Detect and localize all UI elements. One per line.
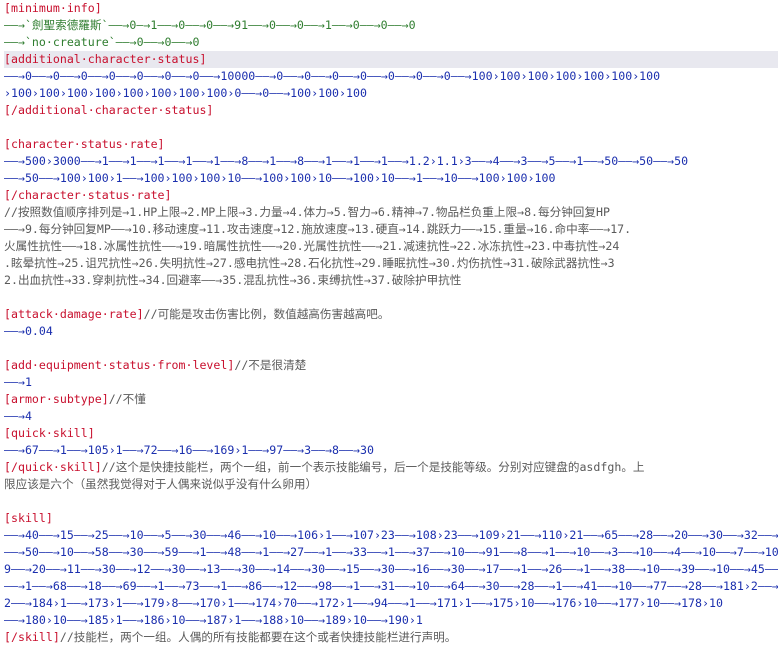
value-text: ——→`劍聖索德羅斯`——→0—→1——→0——→0——→91——→0——→0—… [4,18,416,32]
code-line[interactable]: ——→180›10——→185›1——→186›10——→187›1——→188… [4,612,778,629]
code-line[interactable]: ——→4 [4,408,778,425]
code-line[interactable]: [/skill]//技能栏，两个一组。人偶的所有技能都要在这个或者快捷技能栏进行… [4,629,778,646]
code-line[interactable]: ——→1——→68——→18——→69——→1——→73——→1——→86——→… [4,578,778,595]
section-tag: [/additional·character·status] [4,103,214,117]
code-line[interactable]: [attack·damage·rate]//可能是攻击伤害比例，数值越高伤害越高… [4,306,778,323]
code-line[interactable] [4,119,778,136]
comment-text: 2.出血抗性→33.穿刺抗性→34.回避率——→35.混乱抗性→36.束缚抗性→… [4,273,462,287]
code-line[interactable]: ›100›100›100›100›100›100›100›100›0——→0——… [4,85,778,102]
value-text: ——→1 [4,375,32,389]
value-text: ——→67——→1——→105›1——→72——→16——→169›1——→97… [4,443,374,457]
section-tag: [quick·skill] [4,426,95,440]
comment-text: //不是很清楚 [234,358,307,372]
code-line[interactable]: ——→`no·creature`——→0——→0——→0 [4,34,778,51]
code-line[interactable]: [additional·character·status] [4,51,778,68]
section-tag: [/quick·skill] [4,460,102,474]
code-line[interactable]: ——→0——→0——→0——→0——→0——→0——→0——→10000——→0… [4,68,778,85]
code-line[interactable]: //按照数值顺序排列是→1.HP上限→2.MP上限→3.力量→4.体力→5.智力… [4,204,778,221]
value-text: ——→180›10——→185›1——→186›10——→187›1——→188… [4,613,423,627]
code-line[interactable]: ——→1 [4,374,778,391]
section-tag: [/character·status·rate] [4,188,172,202]
value-text: ——→50——→100›100›1——→100›100›100›10——→100… [4,171,556,185]
value-text: ——→50——→10——→58——→30——→59——→1——→48——→1——… [4,545,778,559]
code-line[interactable]: ——→9.每分钟回复MP——→10.移动速度→11.攻击速度→12.施放速度→1… [4,221,778,238]
code-line[interactable] [4,493,778,510]
code-line[interactable]: ——→50——→10——→58——→30——→59——→1——→48——→1——… [4,544,778,561]
code-line[interactable]: [/character·status·rate] [4,187,778,204]
code-line[interactable] [4,340,778,357]
value-text: ——→500›3000——→1——→1——→1——→1——→1——→8——→1—… [4,154,689,168]
value-text: ——→4 [4,409,32,423]
code-editor[interactable]: [minimum·info] ——→`劍聖索德羅斯`——→0—→1——→0——→0… [0,0,778,669]
code-line[interactable]: [/additional·character·status] [4,102,778,119]
code-line[interactable]: ——→0.04 [4,323,778,340]
code-line[interactable]: [armor·subtype]//不懂 [4,391,778,408]
value-text: 2——→184›1——→173›1——→179›8——→170›1——→174›… [4,596,723,610]
code-line[interactable]: ——→40——→15——→25——→10——→5——→30——→46——→10—… [4,527,778,544]
comment-text: 限应该是六个（虽然我觉得对于人偶来说似乎没有什么卵用） [4,477,318,491]
section-tag: [character·status·rate] [4,137,165,151]
value-text: 9——→20——→11——→30——→12——→30——→13——→30——→1… [4,562,778,576]
comment-text: //可能是攻击伤害比例，数值越高伤害越高吧。 [143,307,390,321]
code-line[interactable]: ——→`劍聖索德羅斯`——→0—→1——→0——→0——→91——→0——→0—… [4,17,778,34]
comment-text: 火属性抗性——→18.冰属性抗性——→19.暗属性抗性——→20.光属性抗性——… [4,239,620,253]
code-line[interactable]: ——→67——→1——→105›1——→72——→16——→169›1——→97… [4,442,778,459]
section-tag: [attack·damage·rate] [4,307,144,321]
comment-text: //技能栏，两个一组。人偶的所有技能都要在这个或者快捷技能栏进行声明。 [59,630,457,644]
section-tag: [armor·subtype] [4,392,109,406]
code-line[interactable]: ——→50——→100›100›1——→100›100›100›10——→100… [4,170,778,187]
comment-text: //这个是快捷技能栏，两个一组，前一个表示技能编号，后一个是技能等级。分别对应键… [101,460,645,474]
section-tag: [add·equipment·status·from·level] [4,358,235,372]
section-tag: [additional·character·status] [4,52,207,66]
section-tag: [minimum·info] [4,1,102,15]
code-line[interactable]: 2——→184›1——→173›1——→179›8——→170›1——→174›… [4,595,778,612]
code-line[interactable]: 限应该是六个（虽然我觉得对于人偶来说似乎没有什么卵用） [4,476,778,493]
comment-text: //不懂 [108,392,146,406]
code-line[interactable]: 2.出血抗性→33.穿刺抗性→34.回避率——→35.混乱抗性→36.束缚抗性→… [4,272,778,289]
code-line[interactable]: [/quick·skill]//这个是快捷技能栏，两个一组，前一个表示技能编号，… [4,459,778,476]
code-line[interactable]: 9——→20——→11——→30——→12——→30——→13——→30——→1… [4,561,778,578]
code-line[interactable]: 火属性抗性——→18.冰属性抗性——→19.暗属性抗性——→20.光属性抗性——… [4,238,778,255]
section-tag: [skill] [4,511,53,525]
code-line[interactable]: .眩晕抗性→25.诅咒抗性→26.失明抗性→27.感电抗性→28.石化抗性→29… [4,255,778,272]
value-text: ——→0——→0——→0——→0——→0——→0——→0——→10000——→0… [4,69,661,83]
code-line[interactable]: [minimum·info] [4,0,778,17]
value-text: ——→0.04 [4,324,53,338]
code-line[interactable]: [character·status·rate] [4,136,778,153]
section-tag: [/skill] [4,630,60,644]
code-line[interactable]: [skill] [4,510,778,527]
comment-text: ——→9.每分钟回复MP——→10.移动速度→11.攻击速度→12.施放速度→1… [4,222,632,236]
value-text: ——→1——→68——→18——→69——→1——→73——→1——→86——→… [4,579,778,593]
value-text: ——→40——→15——→25——→10——→5——→30——→46——→10—… [4,528,778,542]
code-line[interactable]: [add·equipment·status·from·level]//不是很清楚 [4,357,778,374]
value-text: ›100›100›100›100›100›100›100›100›0——→0——… [4,86,367,100]
comment-text: .眩晕抗性→25.诅咒抗性→26.失明抗性→27.感电抗性→28.石化抗性→29… [4,256,615,270]
comment-text: //按照数值顺序排列是→1.HP上限→2.MP上限→3.力量→4.体力→5.智力… [4,205,610,219]
code-line[interactable]: [quick·skill] [4,425,778,442]
value-text: ——→`no·creature`——→0——→0——→0 [4,35,200,49]
code-line[interactable] [4,289,778,306]
code-line[interactable]: ——→500›3000——→1——→1——→1——→1——→1——→8——→1—… [4,153,778,170]
